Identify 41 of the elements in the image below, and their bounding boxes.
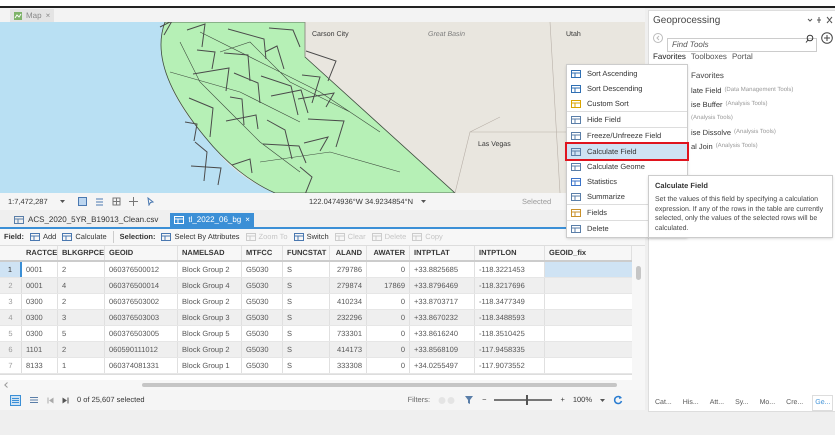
map-image[interactable]: [0, 22, 645, 193]
table-icon: [14, 215, 24, 225]
scroll-left-icon[interactable]: [4, 382, 8, 388]
caret-icon: [600, 398, 606, 402]
crosshair-icon[interactable]: [129, 197, 138, 206]
table-icon: [62, 232, 72, 242]
active-cell[interactable]: [545, 262, 632, 277]
table-icon: [412, 232, 422, 242]
panel-title: Geoprocessing: [653, 14, 720, 28]
last-record-icon[interactable]: [62, 396, 69, 404]
table-icon: [571, 208, 581, 218]
list-view-icon[interactable]: [29, 395, 39, 405]
panel-controls-icon[interactable]: [807, 16, 834, 24]
horizontal-scrollbar[interactable]: [142, 383, 617, 387]
table-icon: [246, 232, 256, 242]
cursor-icon[interactable]: [146, 197, 155, 206]
table-tab[interactable]: ACS_2020_5YR_B19013_Clean.csv: [10, 213, 162, 227]
table-icon: [30, 232, 40, 242]
table-view-icon[interactable]: [10, 394, 21, 406]
search-icon[interactable]: [805, 34, 814, 42]
refresh-icon[interactable]: [613, 395, 624, 405]
table-icon: [161, 232, 172, 242]
search-field[interactable]: Find Tools: [667, 38, 817, 52]
vertical-scrollbar[interactable]: [636, 266, 641, 280]
table-icon: [372, 232, 382, 242]
section-heading: Favorites: [691, 70, 725, 82]
table-column-icon: [571, 114, 581, 124]
caret-icon: [60, 200, 65, 203]
table-icon: [174, 215, 184, 225]
table-icon: [571, 192, 581, 202]
panel-tab[interactable]: Toolboxes: [690, 51, 727, 66]
filter-icon[interactable]: [464, 395, 474, 405]
panel-tab[interactable]: Portal: [732, 51, 753, 66]
map-icon: [14, 12, 22, 20]
zoom-slider-thumb[interactable]: [526, 395, 528, 405]
table-icon: [294, 232, 304, 242]
first-record-icon[interactable]: [47, 396, 54, 404]
table-icon: [334, 232, 345, 242]
table-icon: [571, 130, 581, 140]
caret-icon[interactable]: [421, 200, 426, 203]
add-icon[interactable]: [821, 32, 833, 44]
